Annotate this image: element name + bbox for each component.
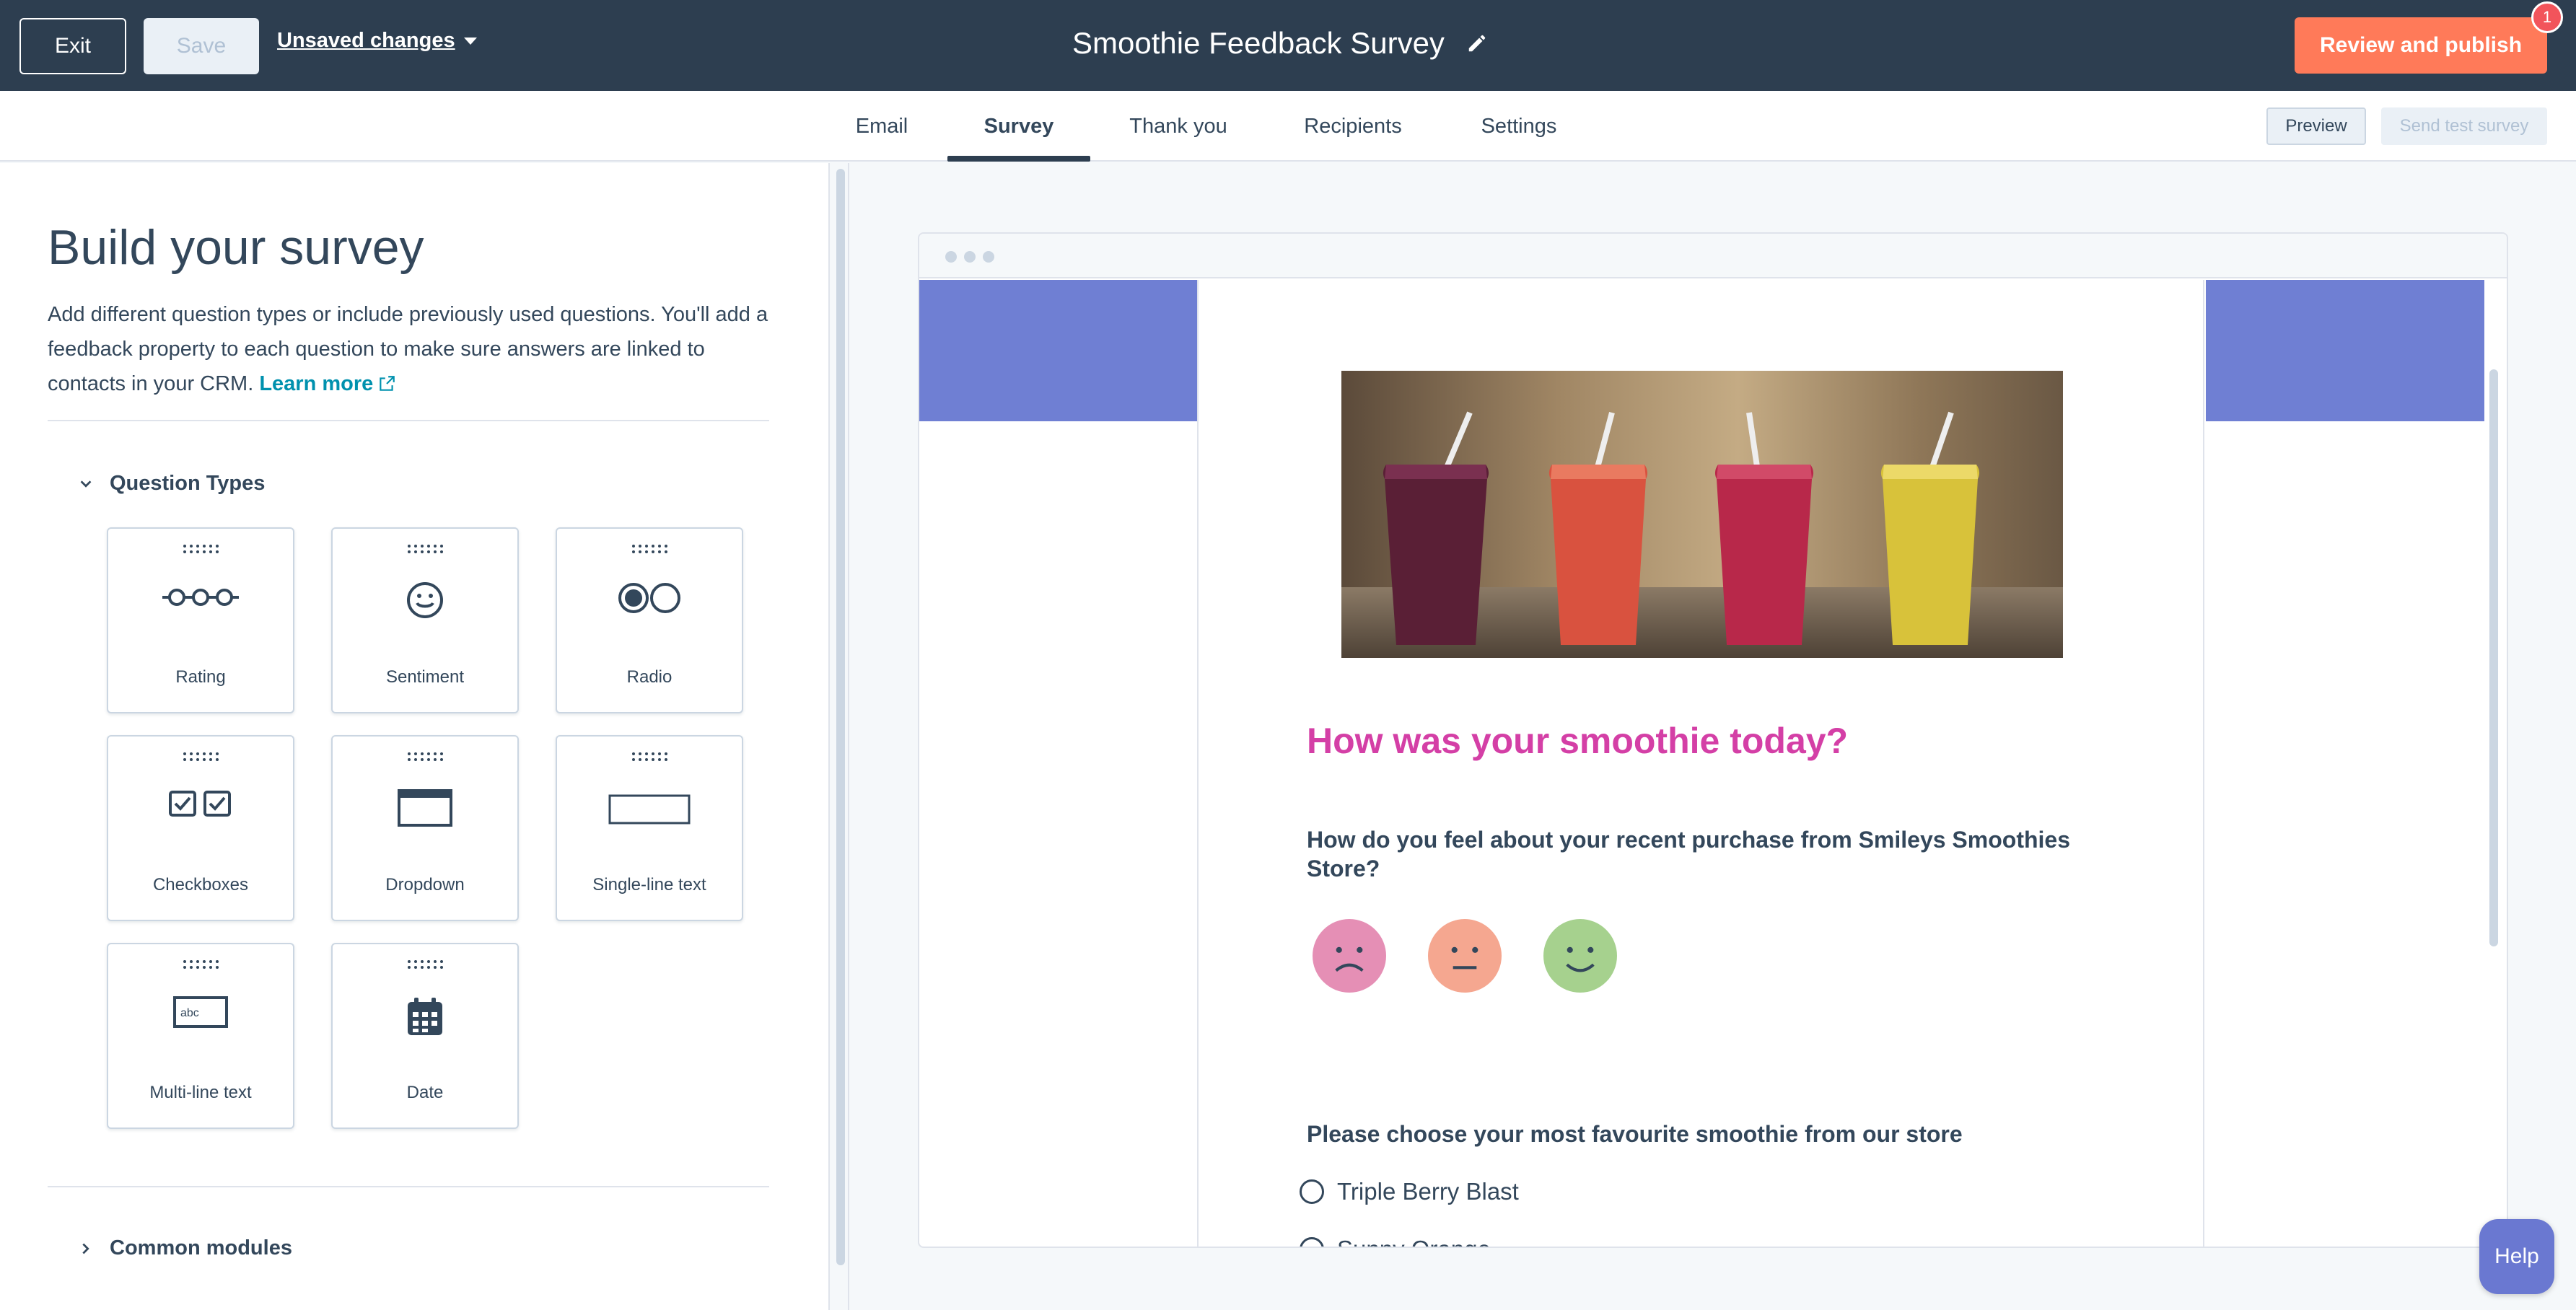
dropdown-icon [398,789,452,827]
survey-canvas: How was your smoothie today? How do you … [1197,280,2204,1247]
tab-recipients[interactable]: Recipients [1292,91,1414,162]
question-types-label: Question Types [110,472,266,495]
sad-face-icon[interactable] [1313,919,1386,993]
common-modules-label: Common modules [110,1236,292,1260]
radio-option[interactable]: Triple Berry Blast [1300,1178,1519,1205]
active-tab-indicator [947,156,1090,162]
question-type-label: Multi-line text [149,1083,252,1102]
chevron-right-icon [82,1243,89,1254]
radio-option-label: Sunny Orange [1337,1236,1491,1247]
radio-option[interactable]: Sunny Orange [1300,1236,1491,1247]
panel-description: Add different question types or include … [48,297,784,401]
exit-button[interactable]: Exit [19,18,126,74]
caret-down-icon [463,37,477,45]
tab-bar: Email Survey Thank you Recipients Settin… [0,91,2576,162]
survey-title: Smoothie Feedback Survey [1072,26,1488,61]
multi-line-icon-text: abc [180,1007,199,1019]
checkboxes-icon [169,791,231,817]
smiley-icon [407,582,443,618]
question-type-label: Single-line text [592,875,706,894]
chevron-down-icon [80,480,92,488]
question-type-label: Sentiment [385,667,465,687]
unsaved-changes-dropdown[interactable]: Unsaved changes [277,29,477,53]
radio-option-label: Triple Berry Blast [1337,1178,1519,1205]
survey-title-text: Smoothie Feedback Survey [1072,26,1445,60]
divider [48,420,769,421]
neutral-face-icon[interactable] [1428,919,1502,993]
drag-handle-icon[interactable] [182,959,222,970]
single-line-text-icon [608,794,691,825]
survey-preview-frame: How was your smoothie today? How do you … [918,232,2508,1248]
unsaved-changes-label: Unsaved changes [277,29,455,52]
header-band-left [919,280,1197,421]
smoothies-hero-image [1341,371,2063,658]
drag-handle-icon[interactable] [182,751,222,762]
window-dot [945,251,957,263]
question-types-toggle[interactable]: Question Types [78,472,265,496]
preview-button[interactable]: Preview [2266,107,2366,145]
radio-button[interactable] [1300,1179,1324,1204]
learn-more-label: Learn more [259,372,374,395]
drag-handle-icon[interactable] [631,543,671,555]
question-type-label: Dropdown [385,875,465,894]
radio-button[interactable] [1300,1237,1324,1247]
question-type-sentiment[interactable]: Sentiment [331,527,519,713]
send-test-survey-button[interactable]: Send test survey [2381,107,2547,145]
happy-face-icon[interactable] [1543,919,1617,993]
drag-handle-icon[interactable] [631,751,671,762]
question-type-multi-line-text[interactable]: abc Multi-line text [107,943,294,1129]
tab-email[interactable]: Email [844,91,919,162]
drag-handle-icon[interactable] [182,543,222,555]
help-button[interactable]: Help [2479,1219,2554,1294]
common-modules-toggle[interactable]: Common modules [78,1236,292,1260]
window-dot [983,251,994,263]
question-type-single-line-text[interactable]: Single-line text [556,735,743,921]
rating-icon [162,589,239,606]
question-type-label: Radio [626,667,673,687]
save-button[interactable]: Save [144,18,259,74]
learn-more-link[interactable]: Learn more [259,372,396,395]
window-dot [964,251,976,263]
notification-badge: 1 [2531,1,2563,33]
drag-handle-icon[interactable] [406,543,447,555]
radio-icon [618,583,680,613]
panel-title: Build your survey [48,220,424,275]
calendar-icon [408,998,442,1035]
tab-thank-you[interactable]: Thank you [1118,91,1238,162]
question-type-checkboxes[interactable]: Checkboxes [107,735,294,921]
question-type-dropdown[interactable]: Dropdown [331,735,519,921]
header-band-right [2206,280,2484,421]
drag-handle-icon[interactable] [406,959,447,970]
tab-survey[interactable]: Survey [947,91,1090,162]
scrollbar-thumb[interactable] [2489,369,2498,946]
drag-handle-icon[interactable] [406,751,447,762]
build-survey-panel: Build your survey Add different question… [0,163,830,1310]
external-link-icon [380,376,395,391]
divider [48,1186,769,1187]
question-type-label: Rating [175,667,226,687]
browser-chrome [919,234,2507,278]
top-navigation-bar: Exit Save Unsaved changes Smoothie Feedb… [0,0,2576,91]
review-and-publish-button[interactable]: Review and publish [2295,17,2547,74]
question-type-rating[interactable]: Rating [107,527,294,713]
tab-settings[interactable]: Settings [1472,91,1566,162]
question-radio-text: Please choose your most favourite smooth… [1307,1121,1963,1147]
question-type-label: Checkboxes [152,875,249,894]
question-type-radio[interactable]: Radio [556,527,743,713]
pencil-icon[interactable] [1466,32,1488,54]
question-sentiment-text: How do you feel about your recent purcha… [1307,827,2070,882]
question-type-date[interactable]: Date [331,943,519,1129]
preview-scrollbar[interactable] [2485,280,2502,1247]
scrollbar-thumb[interactable] [836,169,845,1265]
multi-line-text-icon: abc [173,996,228,1028]
left-panel-scrollbar[interactable] [832,163,849,1310]
survey-heading: How was your smoothie today? [1307,721,1849,761]
description-text: Add different question types or include … [48,303,768,395]
question-type-label: Date [406,1083,444,1102]
